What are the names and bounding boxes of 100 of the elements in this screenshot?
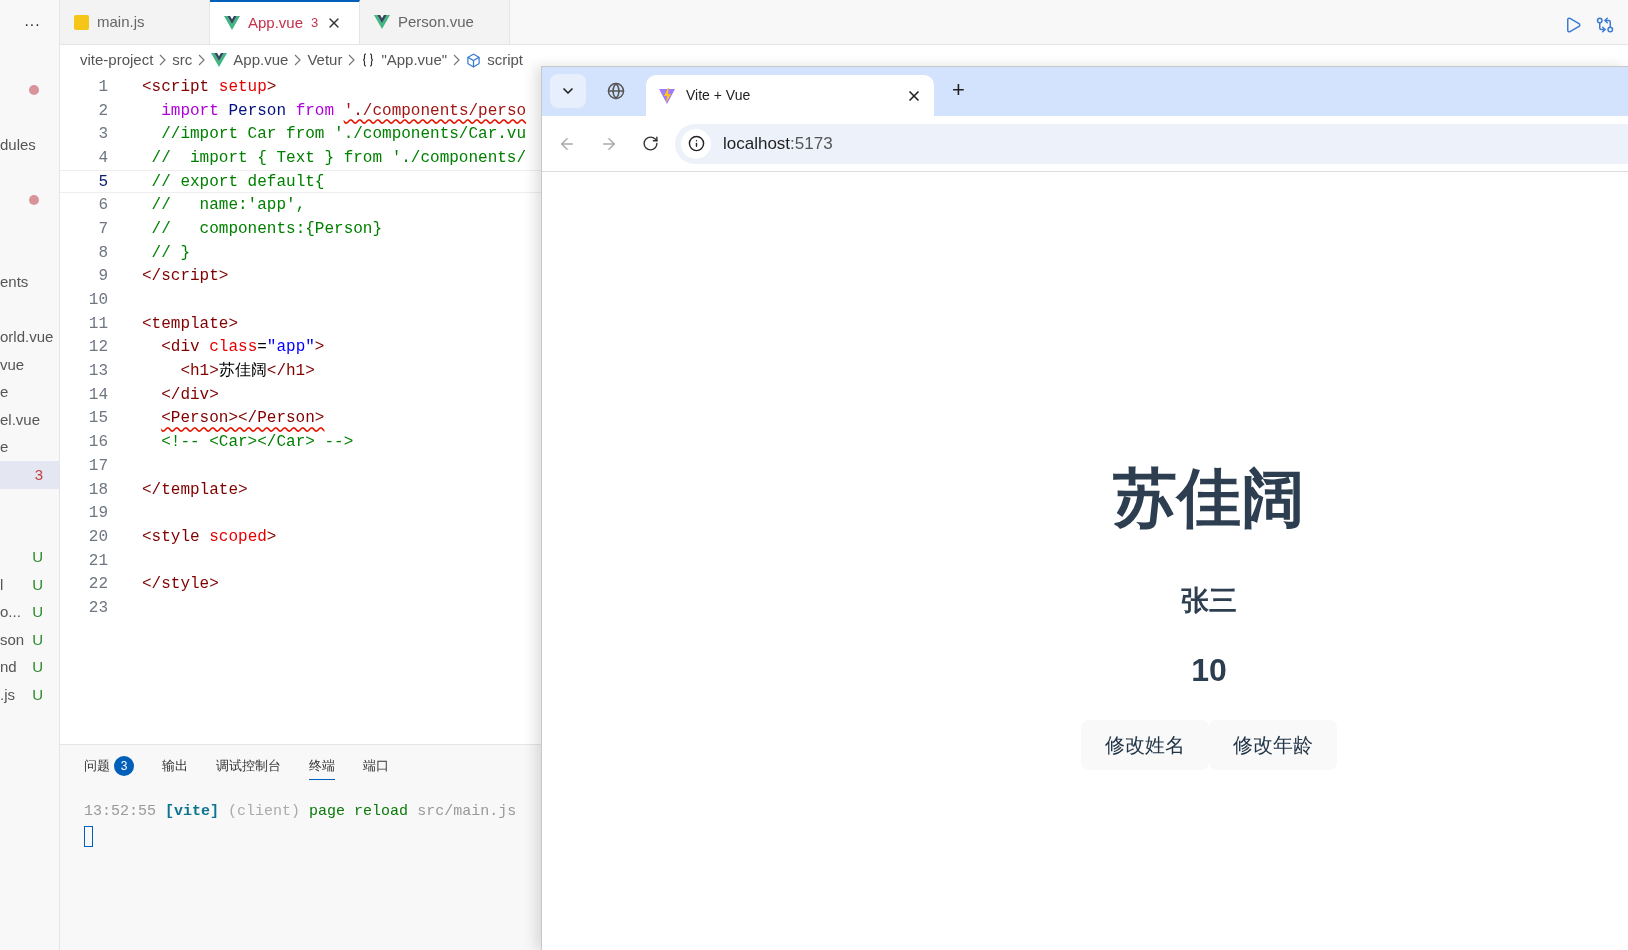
line-number: 18	[87, 479, 109, 501]
breadcrumb[interactable]: App.vue	[233, 48, 289, 72]
line-number: 19	[87, 503, 109, 525]
address-bar[interactable]: localhost:5173	[675, 123, 1628, 164]
braces-icon	[361, 53, 376, 67]
chevron-icon	[348, 54, 356, 66]
line-number: 22	[87, 574, 109, 596]
breadcrumb[interactable]: src	[172, 48, 193, 72]
code-line: //import Car from './components/Car.vu	[160, 124, 527, 146]
code-line: // }	[150, 242, 190, 264]
editor-tab[interactable]: main.js	[60, 0, 210, 44]
run-icon[interactable]	[1564, 16, 1582, 34]
code-line: <template>	[142, 313, 238, 335]
chevron-icon	[198, 54, 206, 66]
info-icon[interactable]	[687, 135, 705, 152]
breadcrumb[interactable]: "App.vue"	[381, 48, 448, 72]
panel-tab[interactable]: 输出	[162, 752, 188, 780]
line-number: 2	[97, 100, 109, 122]
person-age: 10	[1191, 651, 1227, 690]
new-tab-button[interactable]: +	[944, 73, 973, 106]
line-number: 6	[97, 195, 109, 217]
explorer-item[interactable]: son U	[0, 626, 59, 654]
line-number: 1	[97, 76, 109, 98]
more-icon[interactable]: ···	[24, 13, 40, 37]
line-number: 8	[97, 242, 109, 264]
person-name: 张三	[1181, 584, 1237, 618]
explorer-item[interactable]: e	[0, 433, 59, 461]
code-line: <!-- <Car></Car> -->	[160, 432, 354, 454]
breadcrumb[interactable]: script	[487, 48, 523, 72]
compare-icon[interactable]	[1596, 16, 1614, 34]
code-line: // export default{	[150, 171, 325, 193]
code-line: // components:{Person}	[150, 218, 383, 240]
explorer-item[interactable]: nd U	[0, 653, 59, 681]
tab-search-button[interactable]	[550, 74, 586, 108]
browser-tab[interactable]: Vite + Vue	[646, 75, 934, 116]
line-number: 9	[97, 266, 109, 288]
code-line: <div class="app">	[160, 337, 325, 359]
code-line: </script>	[142, 266, 229, 288]
problem-count: 3	[311, 14, 319, 33]
explorer-item[interactable]: o... U	[0, 598, 59, 626]
explorer-item[interactable]: l U	[0, 571, 59, 599]
panel-tab[interactable]: 调试控制台	[216, 752, 281, 780]
reload-icon[interactable]	[642, 135, 659, 152]
panel-tab[interactable]: 问题 3	[84, 752, 134, 780]
line-number: 11	[87, 313, 109, 335]
editor-tab[interactable]: Person.vue	[360, 0, 510, 44]
line-number: 5	[97, 171, 109, 193]
chevron-icon	[453, 54, 461, 66]
code-line: <h1>苏佳阔</h1>	[179, 361, 315, 383]
code-line: // name:'app',	[150, 195, 306, 217]
breadcrumb[interactable]: vite-project	[80, 48, 154, 72]
line-number: 23	[87, 597, 109, 619]
action-button[interactable]: 修改姓名	[1081, 720, 1209, 770]
terminal-line: 13:52:55 [vite] (client) page reload src/main.js	[84, 802, 518, 822]
line-number: 14	[87, 384, 109, 406]
line-number: 16	[87, 432, 109, 454]
action-button[interactable]: 修改年龄	[1209, 720, 1337, 770]
explorer-item[interactable]: U	[0, 543, 59, 571]
line-number: 4	[97, 147, 109, 169]
terminal-cursor	[84, 825, 93, 847]
url-text: localhost:5173	[723, 132, 833, 155]
explorer-item[interactable]: orld.vue	[0, 323, 59, 351]
page-heading: 苏佳阔	[1113, 466, 1305, 530]
line-number: 20	[87, 526, 109, 548]
line-number: 3	[97, 124, 109, 146]
explorer-item[interactable]: 3	[0, 461, 59, 489]
code-line: import Person from './components/perso	[160, 100, 527, 122]
vue-icon	[374, 15, 390, 29]
panel-tab[interactable]: 终端	[309, 752, 335, 780]
line-number: 10	[87, 290, 109, 312]
explorer-item[interactable]: e	[0, 378, 59, 406]
breadcrumb[interactable]: Vetur	[307, 48, 343, 72]
panel-tab[interactable]: 端口	[363, 752, 389, 780]
line-number: 15	[87, 408, 109, 430]
editor-tab[interactable]: App.vue 3	[210, 0, 360, 44]
vite-logo-icon	[658, 86, 676, 105]
chevron-icon	[159, 54, 167, 66]
line-number: 7	[97, 218, 109, 240]
code-line: <Person></Person>	[161, 408, 325, 430]
cube-icon	[466, 52, 482, 68]
explorer-item[interactable]: ents	[0, 268, 59, 296]
code-line: </div>	[160, 384, 219, 406]
code-line: <style scoped>	[142, 526, 277, 548]
explorer-item[interactable]: vue	[0, 351, 59, 379]
code-line: </template>	[142, 479, 248, 501]
explorer-item[interactable]: dules	[0, 131, 59, 159]
code-line: // import { Text } from './components/	[150, 147, 527, 169]
js-file-icon	[74, 14, 89, 30]
globe-icon[interactable]	[607, 82, 625, 100]
explorer-item[interactable]: el.vue	[0, 406, 59, 434]
explorer-item[interactable]: .js U	[0, 681, 59, 709]
line-number: 21	[87, 550, 109, 572]
line-number: 13	[87, 361, 109, 383]
vue-icon	[211, 53, 228, 67]
count-badge: 3	[114, 756, 134, 776]
code-line: <script setup>	[142, 76, 277, 98]
line-number: 17	[87, 455, 109, 477]
code-line: </style>	[142, 574, 219, 596]
vue-icon	[224, 16, 240, 30]
chevron-icon	[294, 54, 302, 66]
